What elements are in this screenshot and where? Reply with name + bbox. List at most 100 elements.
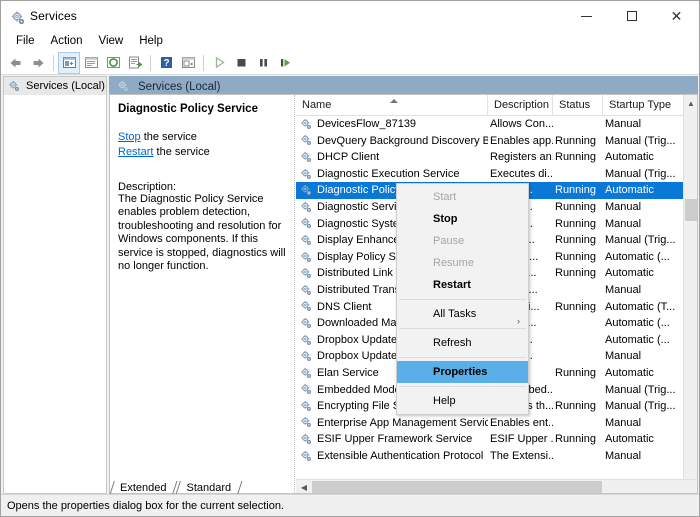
cell-startup-type: Manual (Trig... (605, 383, 676, 396)
show-hide-action-pane-button[interactable] (80, 52, 102, 74)
cell-service-name: ESIF Upper Framework Service (296, 431, 488, 448)
arrow-right-icon (33, 58, 44, 67)
menu-file[interactable]: File (8, 33, 43, 49)
cell-status (553, 166, 603, 183)
cell-status (553, 332, 603, 349)
play-icon (215, 56, 225, 69)
toolbar-separator-1 (53, 54, 54, 71)
cell-description: Executes di... (490, 167, 553, 180)
cell-description: Registers an... (490, 151, 553, 164)
cell-startup-type: Manual (605, 350, 642, 363)
service-gear-icon (300, 217, 313, 230)
restart-service-button[interactable] (274, 52, 296, 74)
cell-startup-type: Automatic (605, 151, 654, 164)
service-gear-icon (300, 350, 313, 363)
tree-item-services-local[interactable]: Services (Local) (4, 77, 106, 95)
pause-service-button[interactable] (252, 52, 274, 74)
cell-startup-type: Automatic (... (605, 250, 670, 263)
ctx-stop[interactable]: Stop (397, 208, 528, 230)
table-row[interactable]: DHCP Client Registers an...Running Automat… (296, 149, 697, 166)
cell-status: Running (555, 433, 596, 446)
table-row[interactable]: DevicesFlow_87139 Allows Con... Manual (296, 116, 697, 133)
table-row[interactable]: Extensible Authentication Protocol The Ex… (296, 448, 697, 465)
cell-status: Running (555, 300, 596, 313)
properties-icon (181, 57, 195, 68)
service-gear-icon (300, 118, 313, 131)
refresh-button[interactable] (102, 52, 124, 74)
column-header-startup-type[interactable]: Startup Type (603, 95, 680, 115)
cell-startup-type: Automatic (... (605, 317, 670, 330)
ctx-refresh[interactable]: Refresh (397, 332, 528, 354)
ctx-properties[interactable]: Properties (397, 361, 528, 383)
close-icon: ✕ (670, 8, 683, 24)
table-row[interactable]: ESIF Upper Framework Service ESIF Upper .… (296, 431, 697, 448)
cell-status: Running (555, 134, 596, 147)
cell-status: Running (555, 200, 596, 213)
ctx-restart[interactable]: Restart (397, 274, 528, 296)
back-button[interactable] (5, 52, 27, 74)
service-name-label: DNS Client (317, 300, 372, 313)
cell-status (553, 448, 603, 465)
column-header-name[interactable]: Name (296, 95, 488, 115)
forward-button[interactable] (27, 52, 49, 74)
cell-status (553, 315, 603, 332)
service-detail-title: Diagnostic Policy Service (118, 103, 258, 115)
context-menu: Start Stop Pause Resume Restart All Tasks › Ref… (396, 183, 529, 415)
table-row[interactable]: Diagnostic Execution Service Executes di.… (296, 166, 697, 183)
maximize-button[interactable] (609, 1, 654, 31)
cell-status: Running (555, 217, 596, 230)
table-row[interactable]: DevQuery Background Discovery B... Enable… (296, 133, 697, 150)
ctx-help[interactable]: Help (397, 390, 528, 412)
cell-startup-type: Manual (605, 118, 642, 130)
minimize-button[interactable] (564, 1, 609, 31)
ctx-start: Start (397, 186, 528, 208)
cell-description: The Extensi... (490, 449, 553, 462)
cell-startup-type: Automatic (605, 366, 654, 379)
export-list-button[interactable] (124, 52, 146, 74)
scroll-up-icon[interactable]: ▲ (684, 95, 697, 111)
column-header-status[interactable]: Status (553, 95, 603, 115)
column-header-name-label: Name (302, 99, 332, 111)
list-column-headers: Name Description Status Startup Type (296, 95, 697, 116)
services-gear-icon (10, 10, 25, 24)
ctx-resume: Resume (397, 252, 528, 274)
cell-status: Running (555, 184, 596, 197)
service-gear-icon (300, 334, 313, 347)
cell-status (553, 116, 603, 133)
stop-service-button[interactable] (230, 52, 252, 74)
context-menu-item-label: Help (433, 395, 456, 407)
menu-action[interactable]: Action (43, 33, 91, 49)
cell-status: Running (555, 400, 596, 413)
menu-view[interactable]: View (91, 33, 132, 49)
show-hide-console-tree-button[interactable] (58, 51, 80, 74)
vertical-scroll-thumb[interactable] (685, 199, 697, 221)
stop-service-link[interactable]: Stop (118, 131, 141, 143)
title-bar: Services ✕ (1, 1, 699, 31)
stop-service-line: Stop the service (118, 131, 286, 144)
ctx-all-tasks[interactable]: All Tasks › (397, 303, 528, 326)
table-row[interactable]: Enterprise App Management Service Enables… (296, 415, 697, 432)
restart-service-link[interactable]: Restart (118, 146, 153, 158)
cell-status: Running (555, 366, 596, 379)
cell-startup-type: Manual (605, 200, 642, 213)
cell-startup-type: Manual (Trig... (605, 234, 676, 247)
service-name-label: ESIF Upper Framework Service (317, 433, 473, 446)
services-gear-icon (8, 80, 21, 93)
properties-button[interactable] (177, 52, 199, 74)
menu-help[interactable]: Help (131, 33, 171, 49)
service-gear-icon (300, 267, 313, 280)
service-name-label: Elan Service (317, 366, 379, 379)
context-menu-item-label: Properties (433, 366, 488, 378)
column-header-description[interactable]: Description (488, 95, 553, 115)
cell-service-name: DevQuery Background Discovery B... (296, 133, 488, 150)
close-button[interactable]: ✕ (654, 1, 699, 31)
window-title: Services (30, 9, 77, 23)
cell-description: Enables ent... (490, 416, 553, 429)
start-service-button[interactable] (208, 52, 230, 74)
vertical-scrollbar[interactable]: ▲ ▼ (683, 95, 697, 493)
description-label: Description: (118, 181, 177, 193)
service-gear-icon (300, 251, 313, 264)
action-pane-icon (84, 57, 98, 68)
help-button[interactable]: ? (155, 52, 177, 74)
cell-service-name: Diagnostic Execution Service (296, 166, 488, 183)
